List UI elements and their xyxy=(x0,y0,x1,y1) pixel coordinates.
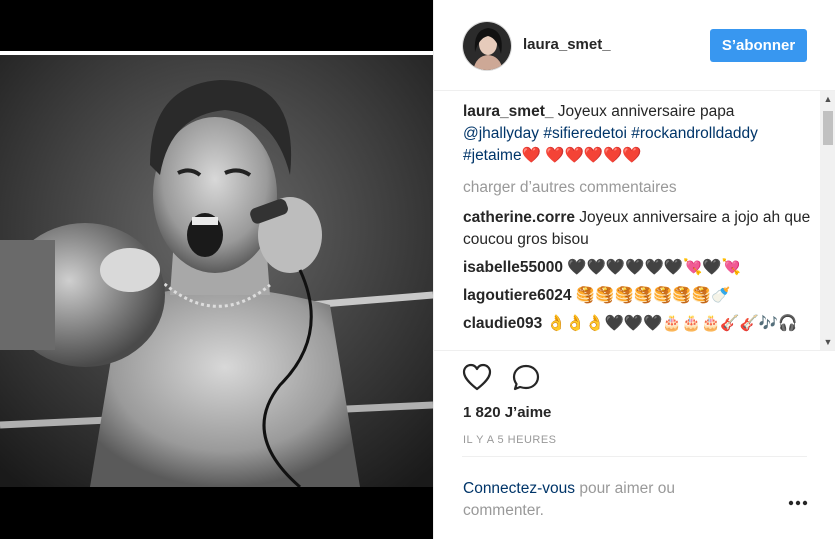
comment-username[interactable]: catherine.corre xyxy=(463,209,575,226)
login-prompt: Connectez-vous pour aimer ou commenter. xyxy=(463,478,743,522)
comment-username[interactable]: lagoutiere6024 xyxy=(463,287,572,304)
comment-text: 👌👌👌🖤🖤🖤🎂🎂🎂🎸🎸🎶🎧 xyxy=(542,315,798,332)
comment-text: 🥞🥞🥞🥞🥞🥞🥞🍼 xyxy=(571,287,731,304)
post-username[interactable]: laura_smet_ xyxy=(523,36,611,53)
comment-text: 🖤🖤🖤🖤🖤🖤💘🖤💘 xyxy=(562,259,741,276)
login-link[interactable]: Connectez-vous xyxy=(463,480,575,497)
instagram-post-view: laura_smet_ S’abonner laura_smet_ Joyeux… xyxy=(0,0,835,539)
comment-username[interactable]: claudie093 xyxy=(463,315,542,332)
photo-pane xyxy=(0,0,433,539)
caption-mention[interactable]: @jhallyday xyxy=(463,125,539,142)
load-more-comments-button[interactable]: charger d’autres commentaires xyxy=(463,177,813,199)
comment-username[interactable]: isabelle55000 xyxy=(463,259,563,276)
ellipsis-icon[interactable] xyxy=(786,496,810,508)
scrollbar-thumb[interactable] xyxy=(823,111,833,145)
post-header: laura_smet_ S’abonner xyxy=(434,0,835,91)
caption-hashtag[interactable]: #sifieredetoi xyxy=(543,125,627,142)
bottom-divider xyxy=(462,456,807,457)
comment-item: lagoutiere6024 🥞🥞🥞🥞🥞🥞🥞🍼 xyxy=(463,285,813,307)
post-photo[interactable] xyxy=(0,55,433,487)
caption-text: Joyeux anniversaire papa xyxy=(553,103,735,120)
scroll-down-arrow-icon[interactable]: ▼ xyxy=(820,334,835,350)
post-photo-image xyxy=(0,55,433,487)
photo-bottom-band xyxy=(0,487,433,539)
post-timestamp[interactable]: IL Y A 5 HEURES xyxy=(463,434,557,446)
post-side-panel: laura_smet_ S’abonner laura_smet_ Joyeux… xyxy=(433,0,835,539)
avatar-image xyxy=(463,22,511,70)
caption-hashtag[interactable]: #jetaime xyxy=(463,147,522,164)
heart-outline-icon[interactable] xyxy=(462,363,492,391)
scroll-up-arrow-icon[interactable]: ▲ xyxy=(820,91,835,107)
follow-button[interactable]: S’abonner xyxy=(710,29,807,62)
likes-count[interactable]: 1 820 J’aime xyxy=(463,404,551,421)
speech-bubble-icon[interactable] xyxy=(511,363,541,391)
caption-hashtag[interactable]: #rockandrolldaddy xyxy=(631,125,758,142)
avatar[interactable] xyxy=(462,21,512,71)
photo-top-band xyxy=(0,0,433,51)
comment-item: isabelle55000 🖤🖤🖤🖤🖤🖤💘🖤💘 xyxy=(463,257,813,279)
comments-scrollbar[interactable]: ▲ ▼ xyxy=(820,91,835,350)
comment-item: catherine.corre Joyeux anniversaire a jo… xyxy=(463,207,813,251)
post-caption: laura_smet_ Joyeux anniversaire papa @jh… xyxy=(463,101,813,167)
caption-hearts: ❤️ ❤️❤️❤️❤️❤️ xyxy=(521,147,642,164)
actions-divider xyxy=(434,350,835,351)
caption-username[interactable]: laura_smet_ xyxy=(463,103,553,120)
comments-list: laura_smet_ Joyeux anniversaire papa @jh… xyxy=(463,101,813,349)
comment-item: claudie093 👌👌👌🖤🖤🖤🎂🎂🎂🎸🎸🎶🎧 xyxy=(463,313,813,335)
